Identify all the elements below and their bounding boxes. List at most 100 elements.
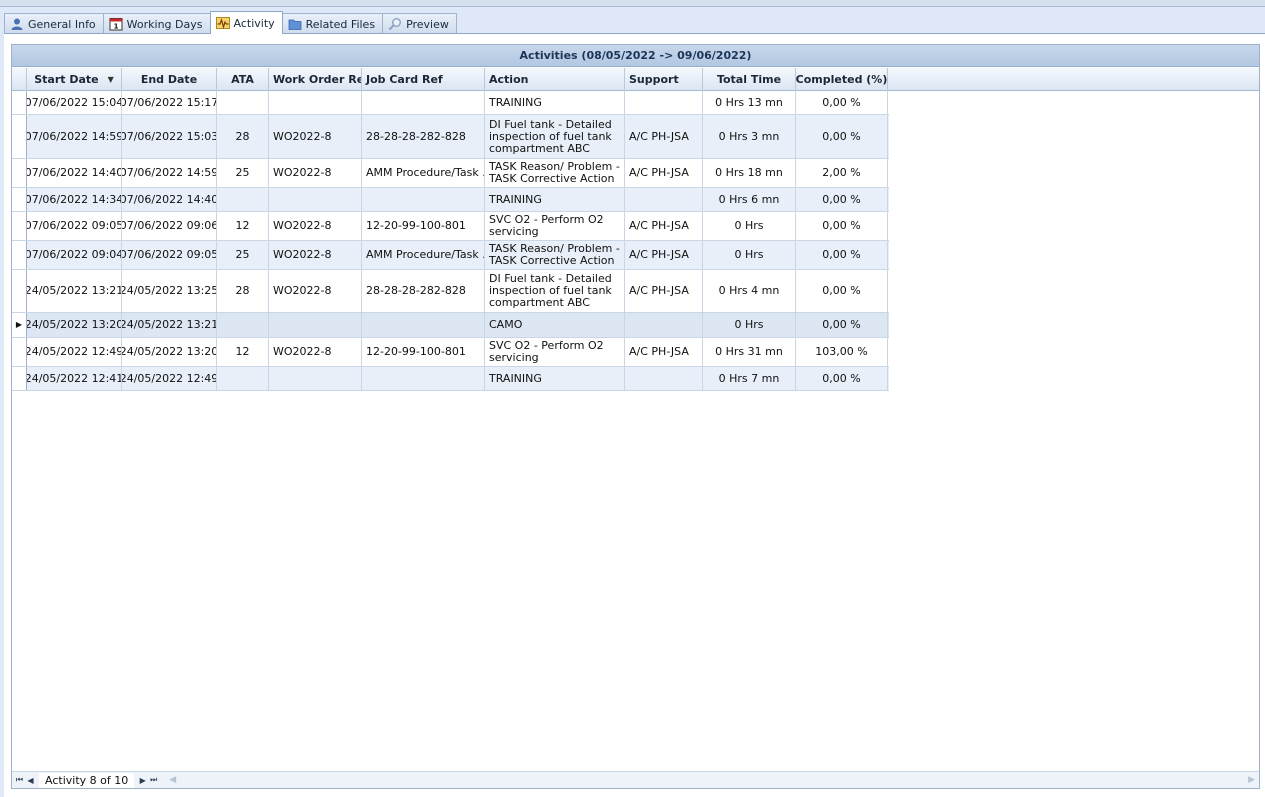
table-row[interactable]: 07/06/2022 15:04 07/06/2022 15:17 TRAINING… [12, 91, 889, 115]
completed-cell[interactable]: 0,00 % [796, 212, 888, 240]
total-time-cell[interactable]: 0 Hrs 3 mn [703, 115, 796, 158]
total-time-cell[interactable]: 0 Hrs 13 mn [703, 91, 796, 114]
total-time-cell[interactable]: 0 Hrs 31 mn [703, 338, 796, 366]
total-time-cell[interactable]: 0 Hrs [703, 241, 796, 269]
end-date-cell[interactable]: 24/05/2022 13:20 [122, 338, 217, 366]
column-header-ata[interactable]: ATA [217, 68, 269, 91]
ata-cell[interactable]: 28 [217, 270, 269, 312]
start-date-cell[interactable]: 24/05/2022 13:20 [27, 313, 122, 337]
action-cell[interactable]: SVC O2 - Perform O2 servicing [485, 338, 625, 366]
job-card-cell[interactable]: 12-20-99-100-801 [362, 212, 485, 240]
action-cell[interactable]: TRAINING [485, 367, 625, 390]
support-cell[interactable] [625, 313, 703, 337]
table-row[interactable]: 07/06/2022 09:05 07/06/2022 09:06 12 WO2022… [12, 212, 889, 241]
work-order-cell[interactable]: WO2022-8 [269, 270, 362, 312]
support-cell[interactable]: A/C PH-JSA [625, 212, 703, 240]
first-record-button[interactable]: ⏮ [14, 773, 25, 788]
column-header-job-card-ref[interactable]: Job Card Ref [362, 68, 485, 91]
row-indicator[interactable] [12, 367, 27, 390]
action-cell[interactable]: TASK Reason/ Problem - TASK Corrective A… [485, 241, 625, 269]
end-date-cell[interactable]: 07/06/2022 14:59 [122, 159, 217, 187]
total-time-cell[interactable]: 0 Hrs 6 mn [703, 188, 796, 211]
job-card-cell[interactable] [362, 91, 485, 114]
end-date-cell[interactable]: 07/06/2022 09:05 [122, 241, 217, 269]
row-indicator[interactable] [12, 241, 27, 269]
job-card-cell[interactable]: AMM Procedure/Task ... [362, 159, 485, 187]
ata-cell[interactable]: 25 [217, 159, 269, 187]
tab-activity[interactable]: Activity [209, 11, 283, 34]
tab-working-days[interactable]: 1 Working Days [102, 13, 211, 34]
table-row[interactable]: 07/06/2022 14:40 07/06/2022 14:59 25 WO2022… [12, 159, 889, 188]
work-order-cell[interactable] [269, 188, 362, 211]
start-date-cell[interactable]: 07/06/2022 14:59 [27, 115, 122, 158]
tab-related-files[interactable]: Related Files [281, 13, 384, 34]
completed-cell[interactable]: 0,00 % [796, 241, 888, 269]
work-order-cell[interactable] [269, 313, 362, 337]
ata-cell[interactable]: 12 [217, 338, 269, 366]
work-order-cell[interactable]: WO2022-8 [269, 241, 362, 269]
job-card-cell[interactable]: 28-28-28-282-828 [362, 270, 485, 312]
end-date-cell[interactable]: 07/06/2022 09:06 [122, 212, 217, 240]
ata-cell[interactable]: 25 [217, 241, 269, 269]
completed-cell[interactable]: 0,00 % [796, 367, 888, 390]
horizontal-scrollbar[interactable]: ◀ ▶ [165, 773, 1259, 788]
table-row[interactable]: 24/05/2022 12:49 24/05/2022 13:20 12 WO2022… [12, 338, 889, 367]
support-cell[interactable] [625, 188, 703, 211]
action-cell[interactable]: TRAINING [485, 188, 625, 211]
ata-cell[interactable]: 12 [217, 212, 269, 240]
end-date-cell[interactable]: 07/06/2022 15:03 [122, 115, 217, 158]
work-order-cell[interactable] [269, 367, 362, 390]
action-cell[interactable]: TRAINING [485, 91, 625, 114]
completed-cell[interactable]: 103,00 % [796, 338, 888, 366]
table-row[interactable]: 24/05/2022 12:41 24/05/2022 12:49 TRAINING… [12, 367, 889, 391]
table-row[interactable]: 07/06/2022 09:04 07/06/2022 09:05 25 WO2022… [12, 241, 889, 270]
column-header-action[interactable]: Action [485, 68, 625, 91]
work-order-cell[interactable]: WO2022-8 [269, 212, 362, 240]
current-row-indicator-icon[interactable]: ▶ [12, 313, 27, 337]
work-order-cell[interactable]: WO2022-8 [269, 159, 362, 187]
start-date-cell[interactable]: 07/06/2022 09:05 [27, 212, 122, 240]
start-date-cell[interactable]: 07/06/2022 14:34 [27, 188, 122, 211]
end-date-cell[interactable]: 07/06/2022 14:40 [122, 188, 217, 211]
end-date-cell[interactable]: 24/05/2022 13:21 [122, 313, 217, 337]
row-indicator[interactable] [12, 212, 27, 240]
row-indicator[interactable] [12, 338, 27, 366]
tab-preview[interactable]: Preview [382, 13, 457, 34]
support-cell[interactable]: A/C PH-JSA [625, 338, 703, 366]
ata-cell[interactable] [217, 367, 269, 390]
total-time-cell[interactable]: 0 Hrs 18 mn [703, 159, 796, 187]
column-header-work-order-ref[interactable]: Work Order Ref [269, 68, 362, 91]
start-date-cell[interactable]: 07/06/2022 09:04 [27, 241, 122, 269]
row-indicator[interactable] [12, 115, 27, 158]
column-header-start-date[interactable]: Start Date ▼ [27, 68, 122, 91]
action-cell[interactable]: SVC O2 - Perform O2 servicing [485, 212, 625, 240]
last-record-button[interactable]: ⏭ [148, 773, 159, 788]
column-header-support[interactable]: Support [625, 68, 703, 91]
job-card-cell[interactable]: AMM Procedure/Task ... [362, 241, 485, 269]
ata-cell[interactable] [217, 91, 269, 114]
completed-cell[interactable]: 0,00 % [796, 313, 888, 337]
column-header-end-date[interactable]: End Date [122, 68, 217, 91]
row-indicator[interactable] [12, 159, 27, 187]
support-cell[interactable]: A/C PH-JSA [625, 241, 703, 269]
action-cell[interactable]: TASK Reason/ Problem - TASK Corrective A… [485, 159, 625, 187]
total-time-cell[interactable]: 0 Hrs 4 mn [703, 270, 796, 312]
total-time-cell[interactable]: 0 Hrs [703, 313, 796, 337]
tab-general-info[interactable]: General Info [4, 13, 104, 34]
end-date-cell[interactable]: 24/05/2022 13:25 [122, 270, 217, 312]
end-date-cell[interactable]: 24/05/2022 12:49 [122, 367, 217, 390]
ata-cell[interactable] [217, 188, 269, 211]
action-cell[interactable]: CAMO [485, 313, 625, 337]
column-header-completed[interactable]: Completed (%) [796, 68, 888, 91]
total-time-cell[interactable]: 0 Hrs 7 mn [703, 367, 796, 390]
column-header-total-time[interactable]: Total Time [703, 68, 796, 91]
support-cell[interactable]: A/C PH-JSA [625, 115, 703, 158]
support-cell[interactable]: A/C PH-JSA [625, 270, 703, 312]
table-row[interactable]: 07/06/2022 14:59 07/06/2022 15:03 28 WO2022… [12, 115, 889, 159]
table-row[interactable]: 24/05/2022 13:21 24/05/2022 13:25 28 WO2022… [12, 270, 889, 313]
row-indicator[interactable] [12, 188, 27, 211]
completed-cell[interactable]: 0,00 % [796, 188, 888, 211]
total-time-cell[interactable]: 0 Hrs [703, 212, 796, 240]
completed-cell[interactable]: 0,00 % [796, 115, 888, 158]
ata-cell[interactable]: 28 [217, 115, 269, 158]
